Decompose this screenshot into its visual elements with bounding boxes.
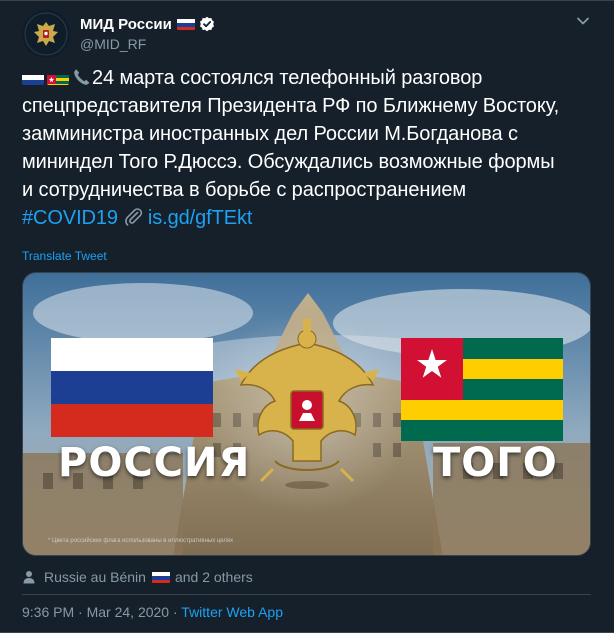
liked-by-name[interactable]: Russie au Bénin [44, 569, 146, 585]
translate-tweet-link[interactable]: Translate Tweet [22, 249, 107, 263]
account-avatar[interactable] [22, 10, 70, 58]
account-handle[interactable]: @MID_RF [80, 36, 146, 52]
tweet-date[interactable]: Mar 24, 2020 [87, 604, 170, 620]
russia-flag-icon [22, 70, 44, 85]
togo-flag-image [401, 338, 563, 441]
tweet-source-app[interactable]: Twitter Web App [181, 604, 283, 620]
russia-flag-image [51, 338, 213, 437]
tweet-image[interactable] [22, 272, 591, 556]
hashtag-link[interactable]: #COVID19 [22, 207, 118, 229]
footer-divider [22, 594, 591, 595]
tweet-text: 24 марта состоялся телефонный разговор с… [22, 64, 602, 232]
verified-badge-icon [199, 16, 214, 32]
avatar-emblem-icon [22, 10, 70, 58]
phone-icon [74, 69, 90, 85]
meta-separator-1: · [74, 604, 87, 620]
russia-flag-icon [176, 18, 195, 30]
tweet: МИД России @MID_RF 24 марта состоялся те… [0, 0, 614, 633]
chevron-down-icon[interactable] [576, 14, 590, 28]
paperclip-icon [125, 208, 143, 226]
tweet-line-5: и сотрудничества в борьбе с распростране… [22, 179, 467, 201]
tweet-line-3: замминистра иностранных дел России М.Бог… [22, 123, 518, 145]
liked-by-row[interactable]: Russie au Bénin and 2 others [22, 568, 253, 586]
tweet-line-4: мининдел Того Р.Дюссэ. Обсуждались возмо… [22, 151, 555, 173]
russia-flag-icon [151, 571, 170, 583]
person-icon [23, 571, 35, 584]
liked-by-suffix[interactable]: and 2 others [175, 569, 253, 585]
short-url-link[interactable]: is.gd/gfTEkt [148, 207, 253, 229]
tweet-line-1: 24 марта состоялся телефонный разговор [22, 64, 602, 92]
caption-togo: ТОГО [433, 440, 558, 486]
meta-separator-2: · [169, 604, 182, 620]
tweet-time[interactable]: 9:36 PM [22, 604, 74, 620]
tweet-line-6: #COVID19 is.gd/gfTEkt [22, 204, 602, 232]
tweet-line-2: спецпредставителя Президента РФ по Ближн… [22, 95, 560, 117]
account-name[interactable]: МИД России [80, 16, 172, 33]
account-name-row[interactable]: МИД России [80, 14, 215, 34]
tweet-meta: 9:36 PM · Mar 24, 2020 · Twitter Web App [22, 604, 283, 620]
tweet-line-1-text: 24 марта состоялся телефонный разговор [92, 67, 483, 89]
image-fine-print: * Цвета российских флага использованы в … [48, 538, 234, 544]
caption-russia: РОССИЯ [58, 440, 251, 486]
togo-flag-icon [47, 70, 69, 85]
